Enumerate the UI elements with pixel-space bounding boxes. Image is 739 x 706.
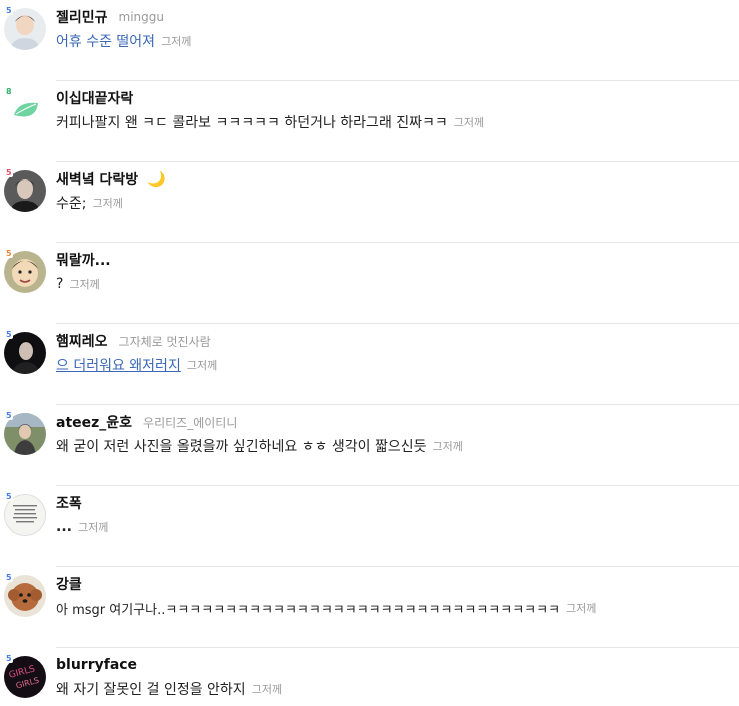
comment-link[interactable]: 으 더러워요 왜저러지 — [56, 355, 181, 375]
level-badge: 5 — [5, 411, 13, 420]
comment-time: 그저께 — [161, 35, 192, 48]
comment-time: 그저께 — [92, 197, 123, 210]
comment-text: 왜 굳이 저런 사진을 올렸을까 싶긴하네요 ㅎㅎ 생각이 짧으신듯 — [56, 439, 427, 455]
comment-item: GIRLS GIRLS 5 blurryface 왜 자기 잘못인 걸 인정을 … — [0, 648, 739, 706]
user-name[interactable]: 햄찌레오 — [56, 331, 108, 351]
user-name[interactable]: 젤리민규 — [56, 7, 108, 27]
comment-item: 8 이십대끝자락 커피나팔지 왠 ㅋㄷ 콜라보 ㅋㅋㅋㅋㅋ 하던거나 하라그래 … — [0, 81, 739, 162]
comment-feed: 5 젤리민규 minggu 어휴 수준 떨어져 그저께 8 이십대끝자락 커피나… — [0, 0, 739, 706]
user-name[interactable]: 새벽녘 다락방 — [56, 169, 138, 189]
comment-text: 왜 자기 잘못인 걸 인정을 안하지 — [56, 682, 246, 698]
comment-time: 그저께 — [77, 521, 109, 534]
comment-item: 5 강클 아 msgr 여기구나..ㅋㅋㅋㅋㅋㅋㅋㅋㅋㅋㅋㅋㅋㅋㅋㅋㅋㅋㅋㅋㅋㅋ… — [0, 567, 739, 648]
user-name[interactable]: blurryface — [56, 657, 137, 673]
comment-text: 아 msgr 여기구나..ㅋㅋㅋㅋㅋㅋㅋㅋㅋㅋㅋㅋㅋㅋㅋㅋㅋㅋㅋㅋㅋㅋㅋㅋㅋㅋㅋ… — [56, 602, 561, 618]
level-badge: 5 — [5, 654, 13, 663]
comment-item: 5 뭐랄까... ? 그저께 — [0, 243, 739, 324]
level-badge: 5 — [5, 6, 13, 15]
user-name[interactable]: ateez_윤호 — [56, 412, 132, 432]
user-subname: 그자체로 멋진사람 — [118, 334, 211, 349]
level-badge: 5 — [5, 330, 13, 339]
level-badge: 5 — [5, 492, 13, 501]
comment-text: 어휴 수준 떨어져 — [56, 34, 156, 50]
comment-time: 그저께 — [186, 359, 218, 372]
comment-item: 5 젤리민규 minggu 어휴 수준 떨어져 그저께 — [0, 0, 739, 81]
level-badge: 5 — [5, 249, 13, 258]
level-badge: 5 — [5, 573, 13, 582]
moon-icon: 🌙 — [147, 169, 166, 188]
comment-time: 그저께 — [566, 602, 597, 615]
comment-time: 그저께 — [432, 440, 463, 453]
user-name[interactable]: 조폭 — [56, 493, 82, 513]
level-badge: 8 — [5, 87, 13, 96]
comment-item: 5 새벽녘 다락방 🌙 수준; 그저께 — [0, 162, 739, 243]
comment-text: 수준; — [56, 196, 87, 212]
comment-time: 그저께 — [453, 116, 485, 129]
user-name[interactable]: 뭐랄까... — [56, 250, 111, 270]
comment-text: 커피나팔지 왠 ㅋㄷ 콜라보 ㅋㅋㅋㅋㅋ 하던거나 하라그래 진짜ㅋㅋ — [56, 115, 448, 131]
user-subname: minggu — [118, 10, 164, 24]
comment-item: 5 햄찌레오 그자체로 멋진사람 으 더러워요 왜저러지 그저께 — [0, 324, 739, 405]
comment-text: ... — [56, 519, 72, 535]
comment-time: 그저께 — [251, 683, 283, 696]
comment-time: 그저께 — [69, 278, 100, 291]
user-name[interactable]: 이십대끝자락 — [56, 88, 133, 108]
user-subname: 우리티즈_에이티니 — [143, 415, 238, 430]
comment-item: 5 ateez_윤호 우리티즈_에이티니 왜 굳이 저런 사진을 올렸을까 싶긴… — [0, 405, 739, 486]
comment-text: ? — [56, 276, 64, 292]
level-badge: 5 — [5, 168, 13, 177]
comment-item: 5 조폭 ... 그저께 — [0, 486, 739, 567]
user-name[interactable]: 강클 — [56, 574, 82, 594]
